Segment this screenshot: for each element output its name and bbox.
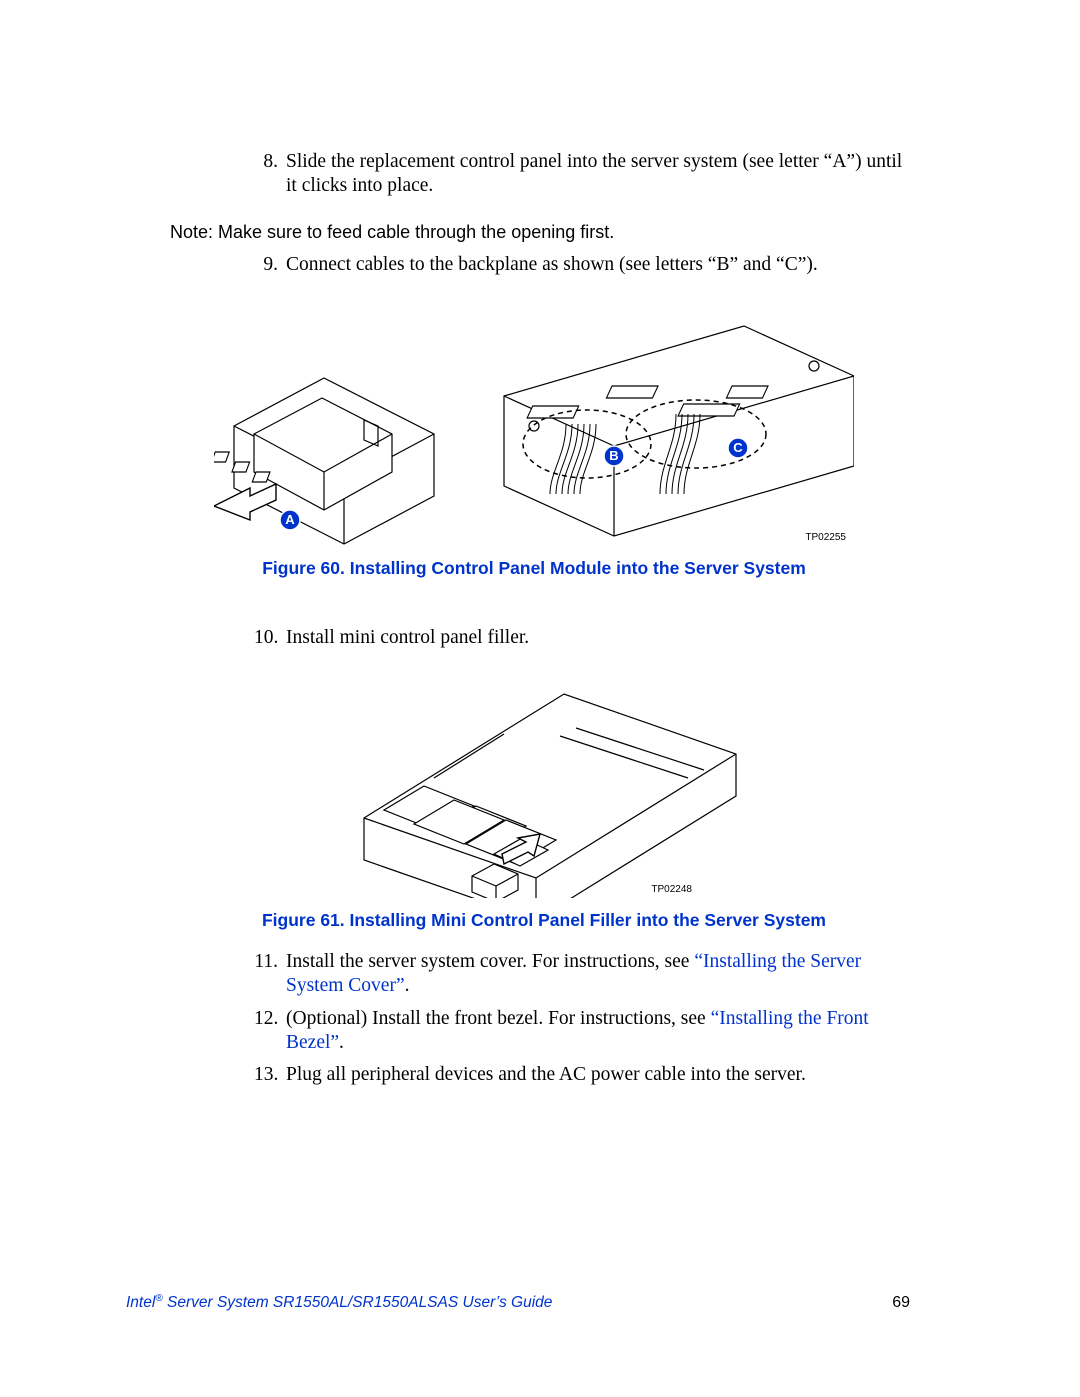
callout-b-label: B (609, 448, 618, 463)
step-11-post: . (405, 975, 410, 996)
figure-60-caption: Figure 60. Installing Control Panel Modu… (214, 558, 854, 580)
step-12: 12. (Optional) Install the front bezel. … (254, 1007, 914, 1056)
figure-60: A (214, 296, 854, 580)
figure-60-tp: TP02255 (805, 532, 846, 543)
step-10: 10. Install mini control panel filler. (254, 626, 914, 650)
step-text: Slide the replacement control panel into… (286, 150, 914, 199)
footer-title: Intel® Server System SR1550AL/SR1550ALSA… (126, 1293, 552, 1313)
step-text: Connect cables to the backplane as shown… (286, 253, 914, 277)
step-12-post: . (339, 1032, 344, 1053)
step-number: 8. (254, 150, 286, 199)
step-text: Install the server system cover. For ins… (286, 950, 914, 999)
step-number: 9. (254, 253, 286, 277)
step-12-pre: (Optional) Install the front bezel. For … (286, 1008, 711, 1029)
page: 8. Slide the replacement control panel i… (0, 0, 1080, 1397)
step-number: 11. (254, 950, 286, 999)
step-text: Plug all peripheral devices and the AC p… (286, 1063, 914, 1087)
step-11-pre: Install the server system cover. For ins… (286, 951, 694, 972)
step-text: Install mini control panel filler. (286, 626, 914, 650)
callout-c-label: C (733, 440, 743, 455)
step-text: (Optional) Install the front bezel. For … (286, 1007, 914, 1056)
footer-title-pre: Intel (126, 1294, 155, 1311)
step-11: 11. Install the server system cover. For… (254, 950, 914, 999)
note-text: Note: Make sure to feed cable through th… (170, 221, 914, 244)
step-9: 9. Connect cables to the backplane as sh… (254, 253, 914, 277)
footer-title-post: Server System SR1550AL/SR1550ALSAS User’… (163, 1294, 553, 1311)
step-number: 13. (254, 1063, 286, 1087)
page-number: 69 (892, 1293, 910, 1313)
page-footer: Intel® Server System SR1550AL/SR1550ALSA… (126, 1293, 910, 1313)
figure-60-svg: A (214, 296, 854, 546)
step-8: 8. Slide the replacement control panel i… (254, 150, 914, 199)
callout-a-label: A (285, 512, 295, 527)
step-13: 13. Plug all peripheral devices and the … (254, 1063, 914, 1087)
step-number: 10. (254, 626, 286, 650)
figure-61-svg: TP02248 (344, 668, 744, 898)
figure-61-tp: TP02248 (651, 884, 692, 895)
figure-61: TP02248 Figure 61. Installing Mini Contr… (344, 668, 744, 932)
content: 8. Slide the replacement control panel i… (254, 150, 914, 1088)
registered-mark: ® (155, 1293, 162, 1304)
figure-61-caption: Figure 61. Installing Mini Control Panel… (254, 910, 834, 932)
step-number: 12. (254, 1007, 286, 1056)
